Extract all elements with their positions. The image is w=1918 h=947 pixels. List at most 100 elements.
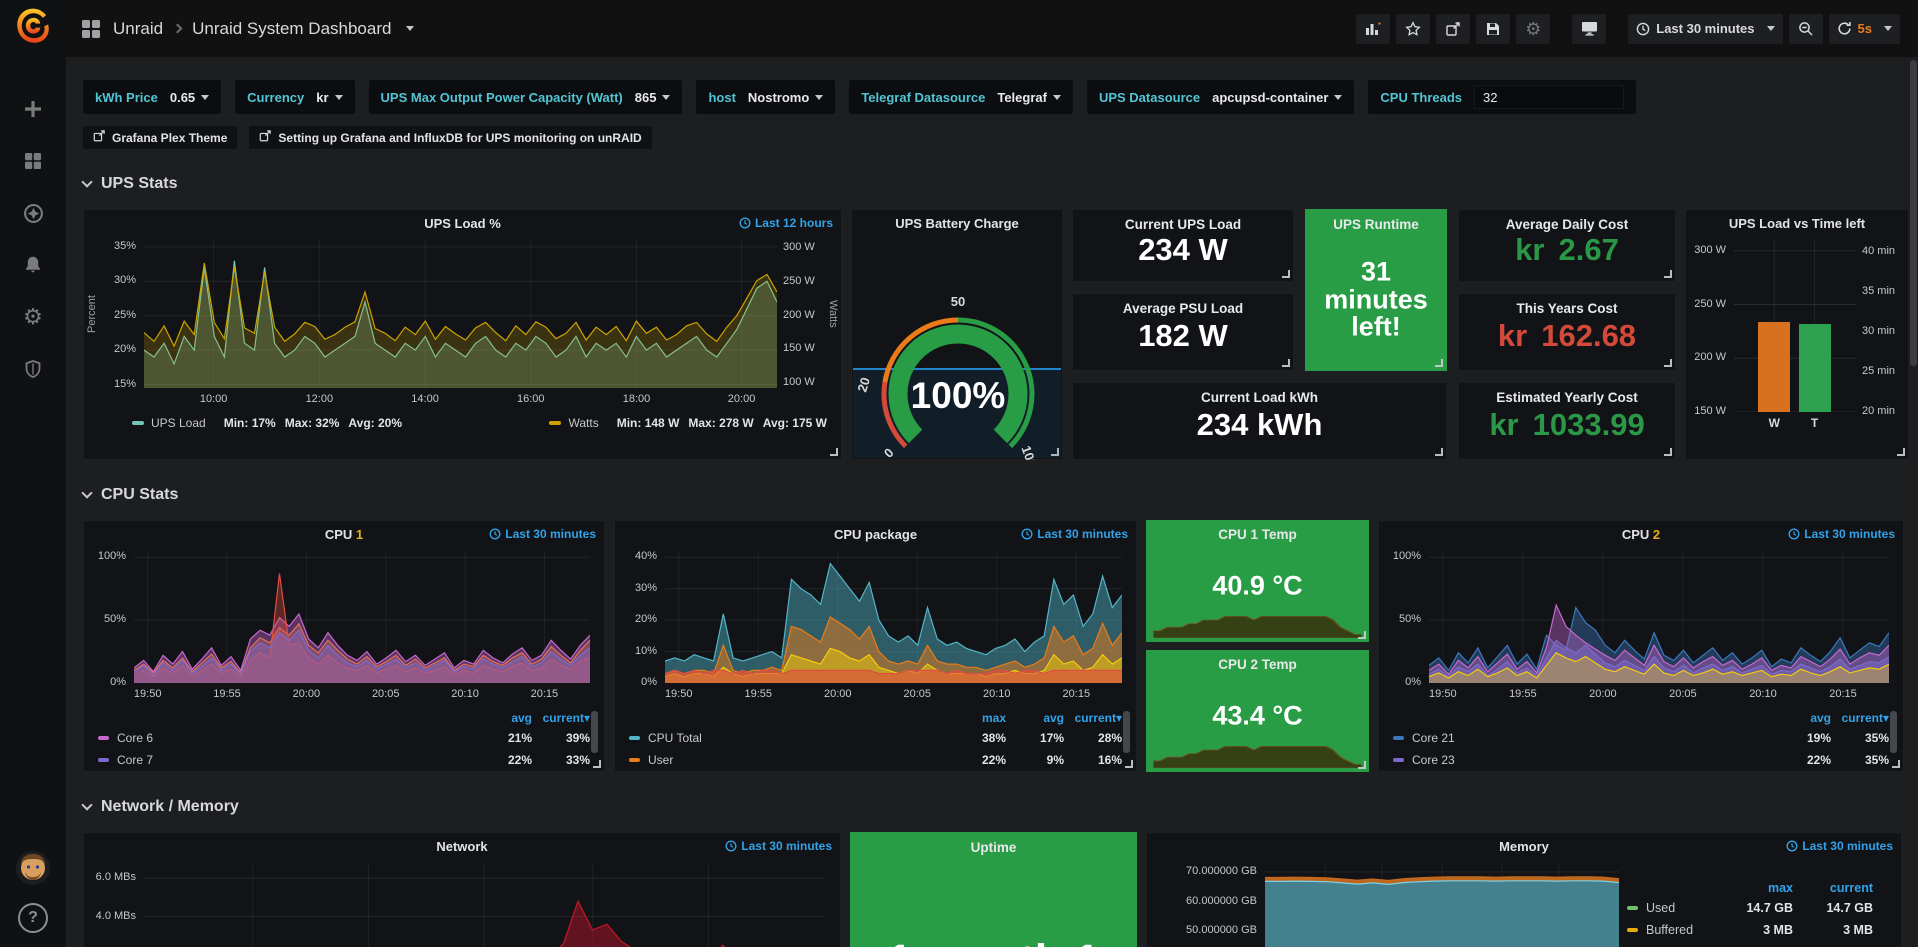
stat-title[interactable]: Average PSU Load <box>1073 301 1293 316</box>
server-admin-shield-icon[interactable] <box>20 356 46 382</box>
legend-series-name[interactable]: UPS Load <box>151 416 206 430</box>
legend-series-name[interactable]: Core 6 <box>117 731 153 745</box>
bar-T[interactable] <box>1799 324 1831 412</box>
stat-title[interactable]: Current UPS Load <box>1073 217 1293 232</box>
dashboard-link[interactable]: Grafana Plex Theme <box>83 126 237 149</box>
breadcrumb-dashboard[interactable]: Unraid System Dashboard <box>192 19 391 39</box>
stat-title[interactable]: CPU 1 Temp <box>1146 527 1369 542</box>
grafana-logo[interactable] <box>12 6 54 48</box>
caret-down-icon <box>1334 95 1342 100</box>
section-header-ups[interactable]: UPS Stats <box>83 175 1918 193</box>
variable-value[interactable]: Nostromo <box>748 90 823 105</box>
panel-title[interactable]: UPS Load % <box>84 216 841 231</box>
refresh-interval-label[interactable]: 5s <box>1858 21 1872 36</box>
stat-panel-current-ups-load: Current UPS Load234 W <box>1072 209 1294 282</box>
zoom-out-button[interactable] <box>1789 14 1823 44</box>
save-button[interactable] <box>1476 14 1510 44</box>
legend-value: 9% <box>1006 753 1064 767</box>
legend-sort-header[interactable]: avg <box>1773 711 1831 725</box>
legend-sort-header[interactable]: current▾ <box>532 711 590 725</box>
y-tick-label: 250 W <box>1692 298 1726 310</box>
legend-series-name[interactable]: CPU Total <box>648 731 702 745</box>
stat-title[interactable]: This Years Cost <box>1459 301 1675 316</box>
dashboards-icon[interactable] <box>20 148 46 174</box>
stat-value: 43.4 °C <box>1146 703 1369 731</box>
variable-label: CPU Threads <box>1380 90 1462 105</box>
legend-scrollbar[interactable] <box>1890 711 1897 753</box>
bar-W[interactable] <box>1758 322 1790 412</box>
panel-time-range[interactable]: Last 30 minutes <box>1786 839 1893 853</box>
legend-sort-header[interactable]: avg <box>1006 711 1064 725</box>
legend-series-name[interactable]: User <box>648 753 673 767</box>
y-tick-label: 20 min <box>1862 405 1895 417</box>
add-panel-button[interactable] <box>1356 14 1390 44</box>
variable-value[interactable]: 0.65 <box>170 90 209 105</box>
legend-sort-header[interactable]: current▾ <box>1831 711 1889 725</box>
panel-time-range[interactable]: Last 30 minutes <box>725 839 832 853</box>
breadcrumb-app[interactable]: Unraid <box>113 19 163 39</box>
section-header-network-memory[interactable]: Network / Memory <box>83 798 1918 816</box>
panel-time-range[interactable]: Last 30 minutes <box>1788 527 1895 541</box>
cpu-temp-panels: CPU 1 Temp40.9 °CCPU 2 Temp43.4 °C <box>1146 520 1369 772</box>
y-tick-label: 40 min <box>1862 245 1895 257</box>
time-range-label: Last 30 minutes <box>1037 527 1128 541</box>
legend-series-name[interactable]: Core 7 <box>117 753 153 767</box>
legend-series-name[interactable]: Buffered <box>1646 923 1693 937</box>
panel-title[interactable]: UPS Battery Charge <box>852 216 1062 231</box>
variable-input-cpu-threads[interactable] <box>1474 85 1624 109</box>
help-icon[interactable]: ? <box>18 903 48 933</box>
legend-series-name[interactable]: Used <box>1646 901 1675 915</box>
legend-value: 16% <box>1064 753 1122 767</box>
legend-scrollbar[interactable] <box>1123 711 1130 753</box>
variable-ups-max-output-power-capacity-watt-: UPS Max Output Power Capacity (Watt) 865 <box>369 80 683 114</box>
page-scrollbar[interactable] <box>1910 60 1917 366</box>
legend-scrollbar[interactable] <box>591 711 598 753</box>
stat-title[interactable]: Average Daily Cost <box>1459 217 1675 232</box>
legend-series-name[interactable]: Core 23 <box>1412 753 1455 767</box>
stat-title[interactable]: UPS Runtime <box>1306 217 1446 232</box>
legend-sort-header[interactable]: current▾ <box>1064 711 1122 725</box>
legend-sort-header[interactable]: max <box>948 711 1006 725</box>
variable-value[interactable]: kr <box>316 90 342 105</box>
variable-label: UPS Max Output Power Capacity (Watt) <box>381 90 623 105</box>
variable-label: host <box>708 90 735 105</box>
sidebar-menu: ⚙ <box>20 96 46 382</box>
stat-title[interactable]: Estimated Yearly Cost <box>1459 390 1675 405</box>
stat-title[interactable]: Uptime <box>851 840 1136 855</box>
stat-title[interactable]: Current Load kWh <box>1073 390 1446 405</box>
dashboard-grid-icon[interactable] <box>82 20 100 38</box>
x-tick-label: 20:15 <box>522 688 566 700</box>
section-header-cpu[interactable]: CPU Stats <box>83 486 1918 504</box>
legend-value: 21% <box>474 731 532 745</box>
legend-series-name[interactable]: Watts <box>568 416 598 430</box>
legend-value: 22% <box>474 753 532 767</box>
dashboard-settings-button[interactable]: ⚙ <box>1516 14 1550 44</box>
variable-value[interactable]: 865 <box>635 90 671 105</box>
panel-time-range[interactable]: Last 30 minutes <box>489 527 596 541</box>
y-tick-label: 30% <box>621 582 657 594</box>
panel-time-range[interactable]: Last 30 minutes <box>1021 527 1128 541</box>
stat-title[interactable]: CPU 2 Temp <box>1146 657 1369 672</box>
create-plus-icon[interactable] <box>20 96 46 122</box>
explore-compass-icon[interactable] <box>20 200 46 226</box>
legend-series-name[interactable]: Core 21 <box>1412 731 1455 745</box>
dashboard-link[interactable]: Setting up Grafana and InfluxDB for UPS … <box>249 126 651 149</box>
star-button[interactable] <box>1396 14 1430 44</box>
alerting-bell-icon[interactable] <box>20 252 46 278</box>
panel-title[interactable]: UPS Load vs Time left <box>1686 216 1908 231</box>
refresh-button[interactable]: 5s <box>1829 14 1900 44</box>
legend-sort-header[interactable]: current <box>1793 881 1873 895</box>
configuration-gear-icon[interactable]: ⚙ <box>20 304 46 330</box>
caret-down-icon[interactable] <box>406 26 414 31</box>
user-avatar[interactable] <box>16 851 50 885</box>
legend-value: 3 MB <box>1713 923 1793 937</box>
caret-down-icon[interactable] <box>1884 26 1892 31</box>
legend-sort-header[interactable]: max <box>1713 881 1793 895</box>
variable-value[interactable]: apcupsd-container <box>1212 90 1342 105</box>
time-picker-button[interactable]: Last 30 minutes <box>1628 14 1782 44</box>
panel-time-range[interactable]: Last 12 hours <box>739 216 833 230</box>
legend-sort-header[interactable]: avg <box>474 711 532 725</box>
cycle-view-mode-button[interactable] <box>1572 14 1606 44</box>
variable-value[interactable]: Telegraf <box>997 90 1061 105</box>
share-button[interactable] <box>1436 14 1470 44</box>
